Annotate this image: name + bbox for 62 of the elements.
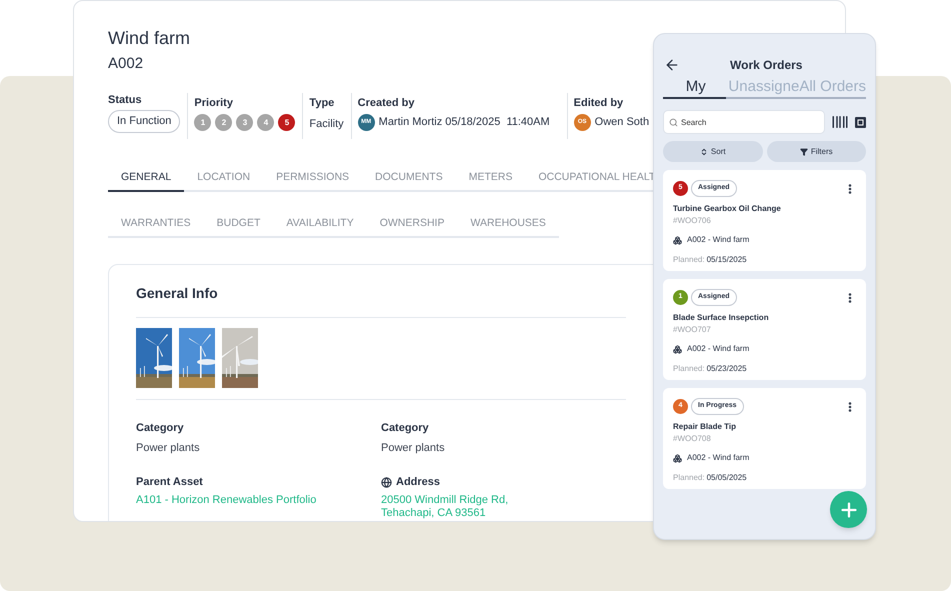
order-number: #WOO708	[673, 433, 711, 445]
field-value: Facility	[309, 117, 344, 132]
globe-icon	[381, 476, 392, 488]
back-icon[interactable]	[664, 57, 680, 73]
field-label: Address	[396, 475, 440, 490]
planned-label: Planned:	[673, 363, 705, 375]
asset-code: A002	[108, 55, 144, 73]
tab[interactable]: BUDGET	[204, 212, 274, 238]
filters-button[interactable]: Filters	[766, 141, 866, 162]
field-value: Power plants	[381, 440, 445, 456]
person-name: Owen Soth	[594, 115, 650, 130]
field-value: Power plants	[136, 440, 200, 456]
tab[interactable]: OWNERSHIP	[366, 212, 458, 238]
field-label: Type	[309, 96, 334, 110]
field-label: Category	[136, 421, 184, 436]
tab[interactable]: PERMISSIONS	[263, 166, 362, 192]
link[interactable]: 20500 Windmill Ridge Rd, Tehachapi, CA 93561	[381, 494, 508, 520]
order-number: #WOO706	[673, 215, 711, 227]
order-title: Blade Surface Insepction	[673, 312, 769, 324]
boxes-icon	[673, 454, 682, 462]
planned-label: Planned:	[673, 254, 705, 266]
tab[interactable]: All Orders	[799, 77, 866, 99]
order-asset: A002 - Wind farm	[687, 343, 750, 355]
tab[interactable]: AVAILABILITY	[273, 212, 367, 238]
planned-date: 05/15/2025	[706, 254, 747, 266]
tab[interactable]: Unassigne	[726, 77, 800, 99]
order-title: Repair Blade Tip	[673, 421, 736, 433]
tab[interactable]: DOCUMENTS	[362, 166, 456, 192]
planned-label: Planned:	[673, 472, 705, 484]
sort-button[interactable]: Sort	[663, 141, 762, 162]
order-asset: A002 - Wind farm	[687, 234, 750, 246]
filter-icon	[800, 148, 808, 156]
tab[interactable]: WARRANTIES	[108, 212, 204, 238]
search-icon	[669, 118, 678, 126]
barcode-icon[interactable]	[831, 113, 849, 131]
search-field[interactable]: Search	[663, 110, 825, 134]
field-label: Category	[381, 421, 429, 436]
boxes-icon	[673, 344, 682, 354]
asset-title: Wind farm	[108, 27, 190, 49]
tab[interactable]: GENERAL	[108, 166, 184, 192]
tab[interactable]: My	[663, 77, 726, 99]
panel-title: Work Orders	[730, 57, 802, 74]
tab[interactable]: WAREHOUSES	[457, 212, 559, 238]
order-asset: A002 - Wind farm	[687, 452, 750, 464]
section-title: General Info	[136, 284, 218, 303]
sort-icon	[700, 148, 708, 156]
planned-date: 05/23/2025	[706, 363, 747, 375]
field-label: Parent Asset	[136, 475, 203, 490]
scan-icon[interactable]	[855, 116, 866, 128]
planned-date: 05/05/2025	[706, 472, 747, 484]
field-label: Edited by	[574, 96, 624, 110]
tab[interactable]: METERS	[456, 166, 526, 192]
field-label: Created by	[358, 96, 415, 110]
tab[interactable]: LOCATION	[184, 166, 264, 192]
person-name: Martin Mortiz 05/18/2025 11:40AM	[378, 115, 550, 130]
field-label: Priority	[194, 96, 233, 110]
status-pill: In Function	[108, 110, 180, 133]
field-label: Status	[108, 93, 142, 107]
boxes-icon	[673, 236, 682, 244]
order-number: #WOO707	[673, 324, 711, 336]
link[interactable]: A101 - Horizon Renewables Portfolio	[136, 494, 316, 506]
order-title: Turbine Gearbox Oil Change	[673, 203, 781, 215]
